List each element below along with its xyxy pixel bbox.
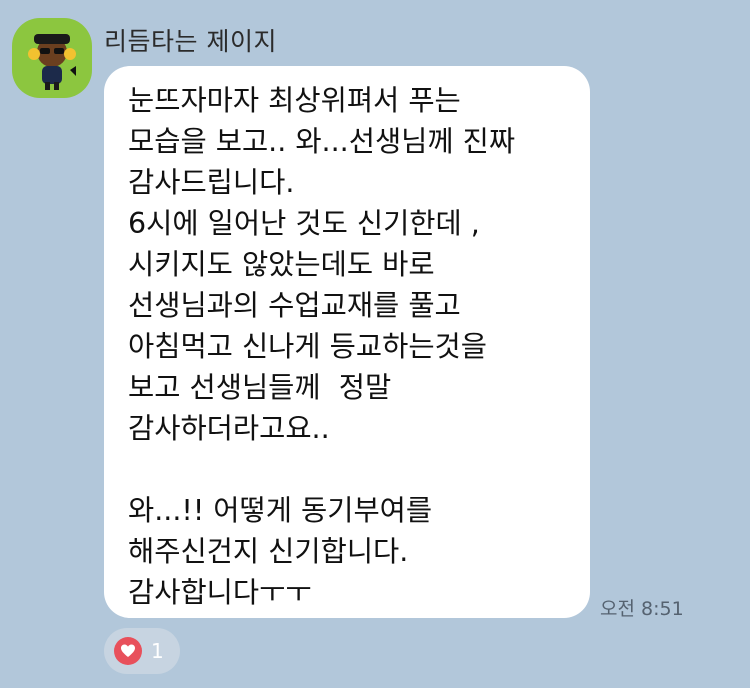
message-line: 선생님과의 수업교재를 풀고 (128, 289, 461, 322)
message-line: 와...!! 어떻게 동기부여를 (128, 494, 433, 527)
reaction-count: 1 (151, 639, 164, 663)
sender-avatar[interactable] (12, 18, 92, 98)
message-line: 보고 선생님들께 정말 (128, 371, 392, 404)
message-line: 눈뜨자마자 최상위펴서 푸는 (128, 84, 461, 117)
message-timestamp: 오전 8:51 (600, 598, 684, 620)
heart-icon (114, 637, 142, 665)
message-line: 모습을 보고.. 와...선생님께 진짜 (128, 125, 516, 158)
character-avatar-icon (28, 34, 76, 90)
message-line: 감사하더라고요.. (128, 412, 330, 445)
sender-name: 리듬타는 제이지 (104, 27, 277, 56)
message-line: 6시에 일어난 것도 신기한데 , (128, 207, 480, 240)
reaction-badge[interactable]: 1 (104, 628, 180, 674)
message-line (128, 449, 580, 490)
message-line: 감사합니다ㅜㅜ (128, 576, 312, 609)
message-bubble[interactable]: 눈뜨자마자 최상위펴서 푸는 모습을 보고.. 와...선생님께 진짜 감사드립… (104, 66, 590, 618)
message-line: 감사드립니다. (128, 166, 295, 199)
message-line: 시키지도 않았는데도 바로 (128, 248, 435, 281)
message-line: 아침먹고 신나게 등교하는것을 (128, 330, 487, 363)
message-line: 해주신건지 신기합니다. (128, 535, 409, 568)
